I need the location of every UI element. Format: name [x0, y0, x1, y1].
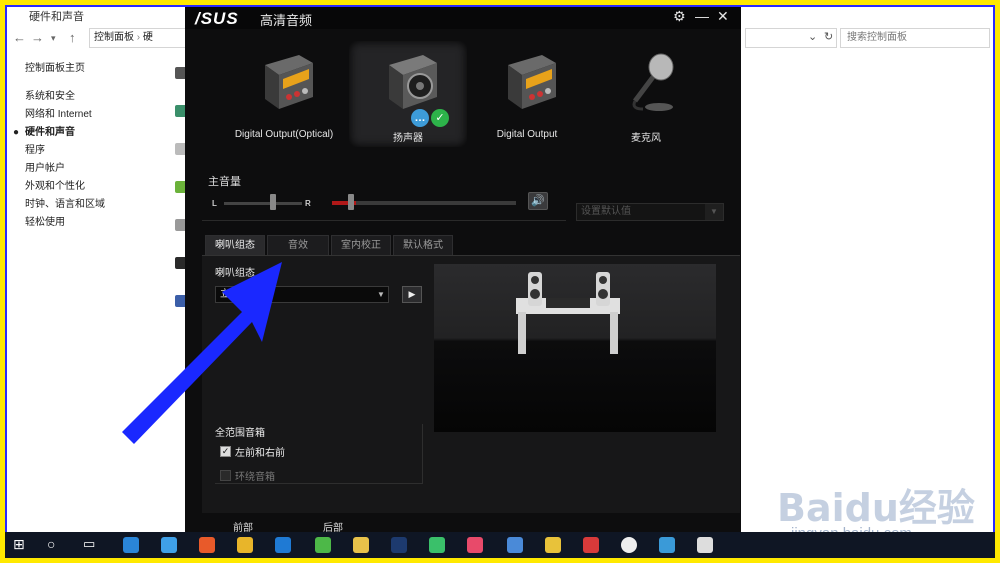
sidebar-item-label: 网络和 Internet	[25, 109, 92, 120]
asus-titlebar: /SUS 高清音频 ⚙ — ✕	[185, 7, 741, 29]
mute-button[interactable]: 🔊	[528, 192, 548, 210]
sidebar-item-appearance[interactable]: 外观和个性化	[25, 178, 185, 196]
sidebar-home-link[interactable]: 控制面板主页	[25, 59, 185, 74]
close-icon[interactable]: ✕	[717, 8, 729, 25]
task-view-icon[interactable]: ▭	[83, 536, 95, 552]
paint-app-icon[interactable]	[467, 537, 483, 553]
baidu-watermark: Baidu经验	[777, 486, 975, 530]
sidebar-item-label: 程序	[25, 145, 45, 156]
speaker-icon	[389, 55, 437, 109]
set-default-label: 设置默认值	[581, 206, 631, 217]
edge-app-icon[interactable]	[123, 537, 139, 553]
balance-right-label: R	[305, 199, 311, 208]
sidebar-item-hardware[interactable]: ● 硬件和声音	[13, 124, 185, 142]
option-label: 环绕音箱	[235, 472, 275, 483]
ie-app-icon[interactable]	[161, 537, 177, 553]
breadcrumb-control-panel[interactable]: 控制面板	[94, 32, 134, 43]
control-panel-sidebar: 控制面板主页 系统和安全 网络和 Internet ● 硬件和声音 程序 用户帐户…	[13, 59, 185, 232]
address-dropdown-icon[interactable]: ⌄	[808, 30, 817, 43]
annotation-arrow-icon	[122, 262, 282, 444]
speaker-volume-icon: 🔊	[531, 195, 545, 207]
device-label: Digital Output	[496, 129, 558, 140]
device-microphone[interactable]: 麦克风	[587, 41, 705, 147]
sidebar-item-label: 外观和个性化	[25, 181, 85, 192]
device-label: 麦克风	[631, 133, 661, 144]
search-icon[interactable]: ○	[47, 536, 55, 552]
volume-track[interactable]	[332, 201, 516, 205]
store-app-icon[interactable]	[429, 537, 445, 553]
checkbox-unchecked	[220, 470, 231, 481]
balance-slider-thumb[interactable]	[270, 194, 276, 210]
forward-arrow-icon[interactable]: →	[31, 30, 44, 45]
breadcrumb-hardware[interactable]: 硬	[143, 32, 153, 43]
explorer-title: 硬件和声音	[29, 11, 84, 23]
balance-left-label: L	[212, 199, 217, 208]
audio-manager-app-icon[interactable]	[697, 537, 713, 553]
sidebar-item-security[interactable]: 系统和安全	[25, 88, 185, 106]
gear-icon[interactable]: ⚙	[673, 8, 686, 25]
search-input[interactable]: 搜索控制面板	[840, 28, 990, 48]
ie-blue-app-icon[interactable]	[275, 537, 291, 553]
sidebar-item-label: 用户帐户	[25, 163, 65, 174]
sidebar-item-label: 系统和安全	[25, 91, 75, 102]
sidebar-item-label: 时钟、语言和区域	[25, 199, 105, 210]
sidebar-item-network[interactable]: 网络和 Internet	[25, 106, 185, 124]
address-bar-end: ⌄ ↻	[745, 28, 837, 48]
tab-sound-effects[interactable]: 音效	[267, 235, 329, 255]
sidebar-item-clock[interactable]: 时钟、语言和区域	[25, 196, 185, 214]
screenshot-frame: 硬件和声音 ← → ▾ ↑ 控制面板 › 硬 ⌄ ↻ 搜索控制面板 控制面板主页…	[5, 5, 995, 558]
chrome-app-icon[interactable]	[237, 537, 253, 553]
netease-app-icon[interactable]	[583, 537, 599, 553]
microphone-icon	[632, 53, 674, 111]
digital-output-icon	[508, 55, 556, 109]
tab-room-correction[interactable]: 室内校正	[331, 235, 391, 255]
recent-dropdown-icon[interactable]: ▾	[51, 33, 56, 44]
tab-speaker-config[interactable]: 喇叭组态	[205, 235, 265, 255]
windows-start-icon[interactable]: ⊞	[13, 536, 25, 553]
emoji-app-icon[interactable]	[545, 537, 561, 553]
sidebar-item-programs[interactable]: 程序	[25, 142, 185, 160]
chevron-down-icon: ▼	[705, 204, 723, 220]
360-app-icon[interactable]	[315, 537, 331, 553]
set-default-dropdown[interactable]: 设置默认值 ▼	[576, 203, 724, 221]
speaker-stand-illustration	[516, 272, 620, 354]
minimize-icon[interactable]: —	[695, 8, 709, 24]
play-icon: ▶	[408, 289, 416, 299]
master-volume-title: 主音量	[208, 176, 241, 188]
master-volume-panel: 主音量 L R 🔊	[202, 167, 566, 221]
option-surround: 环绕音箱	[215, 467, 422, 487]
up-arrow-icon[interactable]: ↑	[69, 30, 76, 45]
device-digital-optical[interactable]: Digital Output(Optical)	[225, 41, 343, 147]
back-arrow-icon[interactable]: ←	[13, 30, 26, 45]
taskbar: ⊞ ○ ▭	[5, 532, 995, 558]
app-title: 高清音频	[260, 13, 313, 28]
balance-track[interactable]	[224, 202, 302, 205]
chat-badge-icon: …	[411, 109, 429, 127]
record-app-icon[interactable]	[621, 537, 637, 553]
network-app-icon[interactable]	[507, 537, 523, 553]
digital-output-icon	[265, 55, 313, 109]
address-bar[interactable]: 控制面板 › 硬	[89, 28, 189, 48]
asus-logo: /SUS	[195, 9, 239, 28]
refresh-icon[interactable]: ↻	[824, 30, 833, 43]
device-label: Digital Output(Optical)	[234, 129, 334, 140]
device-digital-output[interactable]: Digital Output	[468, 41, 586, 147]
sidebar-item-label: 轻松使用	[25, 217, 65, 228]
speaker-preview	[434, 264, 716, 432]
play-test-button[interactable]: ▶	[402, 286, 422, 303]
device-label: 扬声器	[393, 133, 423, 144]
device-speaker[interactable]: … ✓ 扬声器	[349, 41, 467, 147]
firefox-app-icon[interactable]	[199, 537, 215, 553]
tab-default-format[interactable]: 默认格式	[393, 235, 453, 255]
folder-app-icon[interactable]	[353, 537, 369, 553]
sidebar-item-label: 硬件和声音	[25, 127, 75, 138]
sidebar-item-ease[interactable]: 轻松使用	[25, 214, 185, 232]
active-dot-icon: ●	[13, 127, 20, 138]
volume-slider-thumb[interactable]	[347, 194, 354, 210]
photoshop-app-icon[interactable]	[391, 537, 407, 553]
chevron-down-icon: ▼	[377, 290, 385, 299]
image-app-icon[interactable]	[659, 537, 675, 553]
sidebar-item-users[interactable]: 用户帐户	[25, 160, 185, 178]
check-badge-icon: ✓	[431, 109, 449, 127]
